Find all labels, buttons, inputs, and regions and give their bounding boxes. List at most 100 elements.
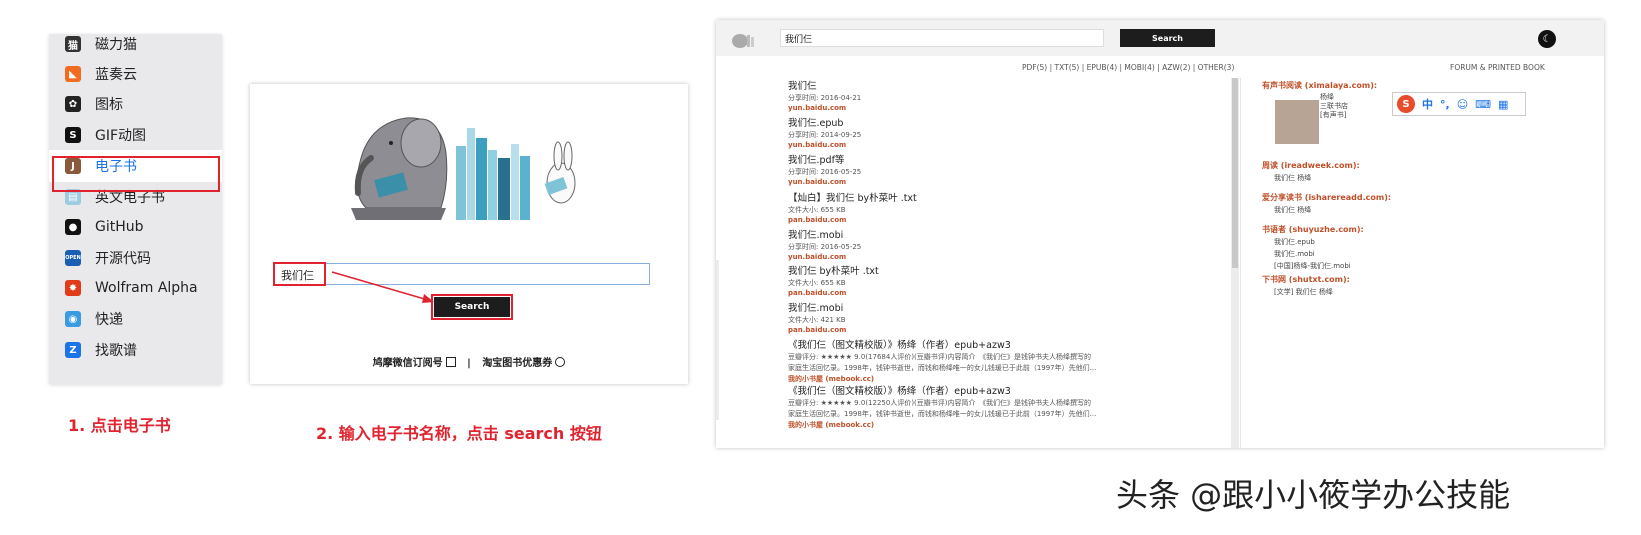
result-item[interactable]: 我们仨 by朴菜叶 .txt 文件大小: 655 KB pan.baidu.com [788,263,1228,297]
side-source-item[interactable]: [文学] 我们仨 杨绛 [1274,288,1350,297]
sidebar-item[interactable]: ◉ 快递 [49,303,222,335]
side-source-item[interactable]: 我们仨.epub [1274,238,1364,247]
side-source-heading[interactable]: 周读 (ireadweek.com): [1262,160,1360,171]
result-title[interactable]: 我们仨 [788,78,1228,92]
result-title[interactable]: 《我们仨（图文精校版）》杨绛（作者）epub+azw3 [788,337,1228,351]
sidebar-item-label: GitHub [95,219,144,235]
side-source: 周读 (ireadweek.com): 我们仨 杨绛 [1262,160,1360,183]
step2-caption: 2. 输入电子书名称，点击 search 按钮 [316,424,602,443]
result-item[interactable]: 《我们仨（图文精校版）》杨绛（作者）epub+azw3 豆瓣评分: ★★★★★ 9… [788,337,1228,384]
result-source[interactable]: yun.baidu.com [788,104,1228,112]
github-icon: ● [65,219,81,235]
gif-icon: S [65,127,81,143]
result-meta-detail: 家庭生活回忆录。1998年，钱钟书逝世，而钱和杨绛唯一的女儿钱瑗已于此前（199… [788,364,1097,372]
sidebar-item-label: 磁力猫 [95,37,137,53]
sidebar-item-label: 开源代码 [95,251,151,267]
highlight-box-query [273,262,326,286]
forum-link[interactable]: FORUM & PRINTED BOOK [1450,63,1545,72]
elephant-reading-illustration [351,117,576,220]
sidebar-item[interactable]: Z 找歌谱 [49,334,222,366]
column-divider [1240,78,1241,448]
sidebar-item[interactable]: ◣ 蓝奏云 [49,58,222,90]
ime-chinese-mode-icon[interactable]: 中 [1422,96,1433,112]
result-title[interactable]: 我们仨.epub [788,115,1228,129]
result-title[interactable]: 我们仨.mobi [788,227,1228,241]
result-item[interactable]: 我们仨 分享时间: 2016-04-21 yun.baidu.com [788,78,1228,112]
scrollbar-thumb[interactable] [1232,78,1238,268]
ime-emoji-icon[interactable]: ☺ [1457,98,1468,111]
side-source-heading[interactable]: 有声书阅读 (ximalaya.com): [1262,80,1377,91]
sogou-ime-logo-icon[interactable]: S [1397,95,1415,113]
taobao-coupon-link[interactable]: 淘宝图书优惠券 [482,358,552,369]
site-logo-icon[interactable] [730,29,760,49]
sidebar-item[interactable]: OPEN 开源代码 [49,242,222,274]
results-search-value: 我们仨 [785,35,813,45]
footer-separator: | [467,358,471,369]
sidebar-item[interactable]: ● GitHub [49,211,222,243]
result-source[interactable]: yun.baidu.com [788,253,1228,261]
side-source-item[interactable]: 杨绛 [1320,93,1377,102]
result-item[interactable]: 我们仨.mobi 文件大小: 421 KB pan.baidu.com [788,300,1228,334]
result-source[interactable]: 我的小书屋 (mebook.cc) [788,420,1228,430]
side-source-heading[interactable]: 书语者 (shuyuzhe.com): [1262,224,1364,235]
format-filters[interactable]: PDF(5) | TXT(5) | EPUB(4) | MOBI(4) | AZ… [1022,63,1234,72]
sidebar-item[interactable]: ✿ 图标 [49,88,222,120]
sidebar-item-label: 快递 [95,312,123,328]
ime-punctuation-icon[interactable]: °, [1440,98,1450,111]
side-source-item[interactable]: [有声书] [1320,111,1377,120]
sidebar-item-label: 图标 [95,97,123,113]
result-title[interactable]: 我们仨 by朴菜叶 .txt [788,263,1228,277]
side-source-item[interactable]: 我们仨.mobi [1274,250,1364,259]
results-search-button[interactable]: Search [1120,29,1215,47]
ebook-search-page: 我们仨 Search 鸠摩微信订阅号 | 淘宝图书优惠券 [250,84,688,384]
open-source-icon: OPEN [65,250,81,266]
results-search-input[interactable]: 我们仨 [780,29,1104,47]
sidebar-item[interactable]: 猫磁力猫 [49,28,222,60]
result-title[interactable]: 我们仨.mobi [788,300,1228,314]
lanzou-icon: ◣ [65,66,81,82]
result-meta: 分享时间: 2016-05-25 [788,243,862,251]
side-source-item[interactable]: [中国]杨绛-我们仨.mobi [1274,262,1364,271]
side-source-heading[interactable]: 下书网 (shutxt.com): [1262,274,1350,285]
step1-caption: 1. 点击电子书 [68,416,171,435]
arrow-icon [331,271,434,303]
result-meta: 文件大小: 421 KB [788,316,846,324]
side-source-heading[interactable]: 爱分享读书 (isharereadd.com): [1262,192,1391,203]
result-source[interactable]: pan.baidu.com [788,216,1228,224]
left-scroll-track [716,260,719,420]
result-item[interactable]: 我们仨.mobi 分享时间: 2016-05-25 yun.baidu.com [788,227,1228,261]
result-item[interactable]: 【灿白】我们仨 by朴菜叶 .txt 文件大小: 655 KB pan.baidu.… [788,190,1228,224]
wechat-subscription-link[interactable]: 鸠摩微信订阅号 [373,358,443,369]
result-meta: 文件大小: 655 KB [788,279,846,287]
sidebar-item[interactable]: S GIF动图 [49,119,222,151]
dark-mode-moon-icon[interactable]: ☾ [1538,30,1556,48]
result-source[interactable]: pan.baidu.com [788,289,1228,297]
side-source-item[interactable]: 我们仨 杨绛 [1274,206,1391,215]
side-source-item[interactable]: 三联书店 [1320,102,1377,111]
result-item[interactable]: 我们仨.pdf等 分享时间: 2016-05-25 yun.baidu.com [788,152,1228,186]
result-source[interactable]: yun.baidu.com [788,141,1228,149]
ime-toolbox-icon[interactable]: ▦ [1498,98,1508,111]
sidebar-menu: 猫磁力猫 ◣ 蓝奏云 ✿ 图标 S GIF动图 J 电子书 ▤ 英文电子书 ● GitHub OPEN 开源… [49,34,222,384]
book-cover-thumbnail[interactable] [1275,100,1319,144]
ime-keyboard-icon[interactable]: ⌨ [1475,98,1491,111]
side-source: 书语者 (shuyuzhe.com): 我们仨.epub 我们仨.mobi [中国]杨… [1262,224,1364,271]
delivery-icon: ◉ [65,311,81,327]
result-title[interactable]: 《我们仨（图文精校版）》杨绛（作者）epub+azw3 [788,383,1228,397]
result-title[interactable]: 【灿白】我们仨 by朴菜叶 .txt [788,190,1228,204]
result-meta: 豆瓣评分: ★★★★★ 9.0(17684人评价)(豆瓣书评)内容简介 《我们仨… [788,353,1092,361]
result-item[interactable]: 我们仨.epub 分享时间: 2014-09-25 yun.baidu.com [788,115,1228,149]
qr-code-icon [445,357,456,367]
sidebar-item-label: Wolfram Alpha [95,280,198,296]
search-page-footer: 鸠摩微信订阅号 | 淘宝图书优惠券 [250,354,688,369]
wolfram-icon: ✸ [65,280,81,296]
cat-icon: 猫 [65,36,81,52]
side-source-item[interactable]: 我们仨 杨绛 [1274,174,1360,183]
result-title[interactable]: 我们仨.pdf等 [788,152,1228,166]
sidebar-item[interactable]: ✸ Wolfram Alpha [49,272,222,304]
coupon-icon [555,357,566,367]
sidebar-item-label: GIF动图 [95,128,147,144]
result-source[interactable]: yun.baidu.com [788,178,1228,186]
result-source[interactable]: pan.baidu.com [788,326,1228,334]
result-item[interactable]: 《我们仨（图文精校版）》杨绛（作者）epub+azw3 豆瓣评分: ★★★★★ 9… [788,383,1228,430]
